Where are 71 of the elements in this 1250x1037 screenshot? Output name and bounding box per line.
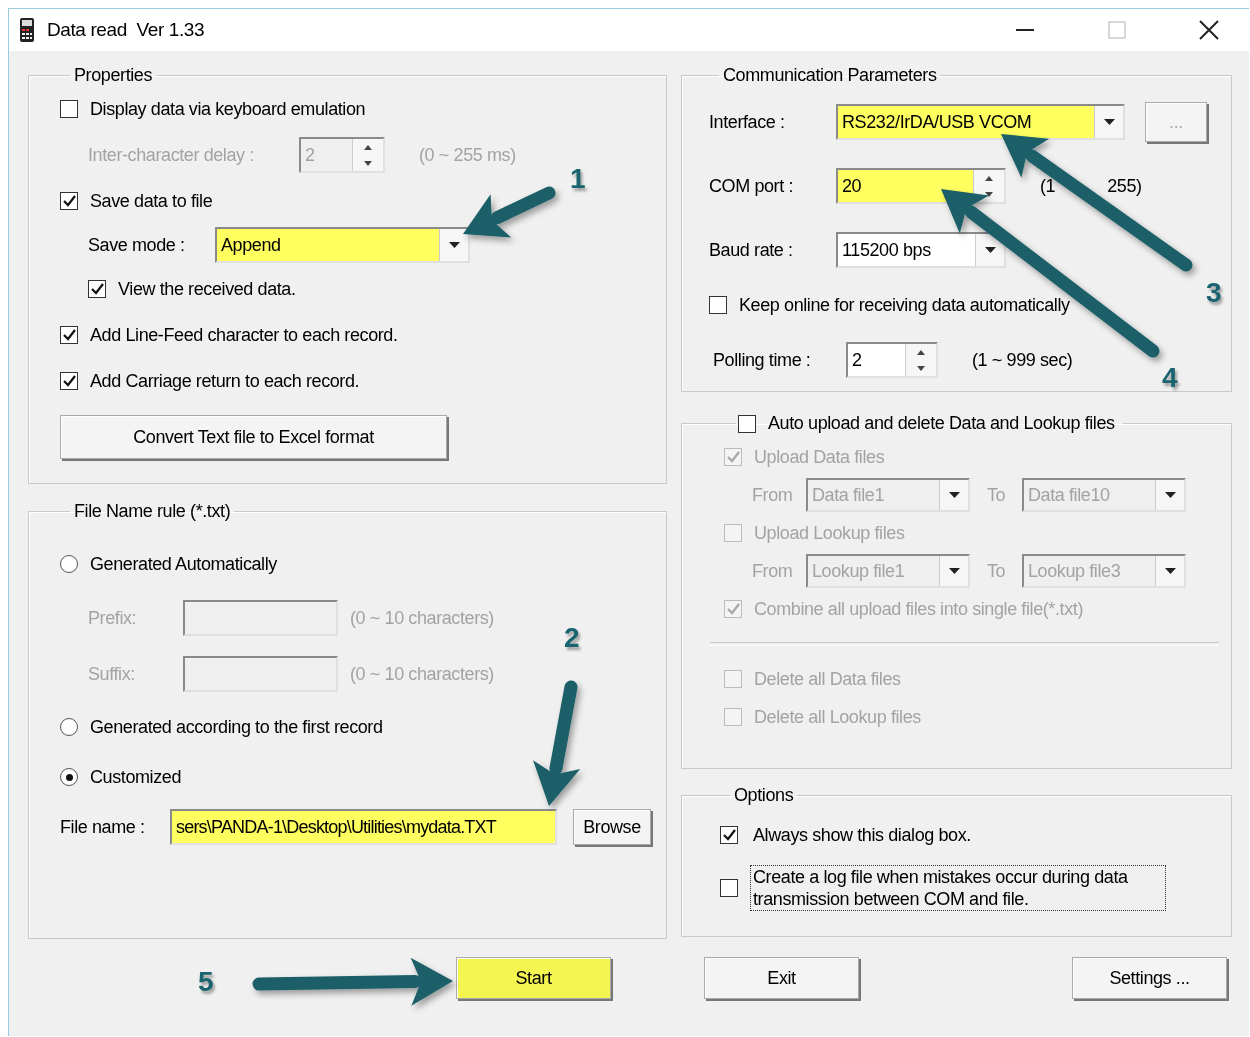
checkbox-label: Upload Data files <box>754 446 885 468</box>
file-name-field[interactable]: sers\PANDA-1\Desktop\Utilities\mydata.TXT <box>170 809 557 845</box>
field-label: COM port : <box>709 175 794 197</box>
field-label: Suffix: <box>88 663 136 685</box>
checkbox-label: Add Carriage return to each record. <box>90 370 360 392</box>
range-hint: (0 ~ 10 characters) <box>350 663 494 685</box>
checkbox-label: Always show this dialog box. <box>752 824 972 847</box>
dropdown[interactable]: Append <box>215 227 470 263</box>
field-label: File name : <box>60 816 146 838</box>
group-title: Communication Parameters <box>722 65 938 86</box>
group-title: Options <box>733 785 795 806</box>
checkbox-label: Delete all Data files <box>754 668 901 690</box>
checkbox-label: Add Line-Feed character to each record. <box>90 324 398 346</box>
checkbox-label: Upload Lookup files <box>754 522 905 544</box>
checkbox-label: Display data via keyboard emulation <box>90 98 366 120</box>
radio-label: Generated Automatically <box>90 553 277 575</box>
radio-button[interactable] <box>60 768 78 786</box>
checkbox-label: Delete all Lookup files <box>754 706 921 728</box>
checkbox[interactable] <box>60 192 78 210</box>
callout-number: 5 <box>198 966 214 998</box>
radio-button[interactable] <box>60 718 78 736</box>
checkbox[interactable] <box>720 879 738 897</box>
checkbox-label: View the received data. <box>118 278 296 300</box>
checkbox[interactable] <box>60 326 78 344</box>
spinner-icon[interactable] <box>905 344 936 376</box>
device-icon <box>19 17 35 43</box>
field-label: Inter-character delay : <box>88 144 255 166</box>
checkbox-label: Create a log file when mistakes occur during data transmission between COM and file. <box>750 865 1166 911</box>
checkbox-label: Save data to file <box>90 190 213 212</box>
checkbox[interactable] <box>709 296 727 314</box>
field-label: To <box>985 560 1007 582</box>
dropdown[interactable]: RS232/IrDA/USB VCOM <box>836 104 1125 140</box>
range-hint: (0 ~ 255 ms) <box>419 144 516 166</box>
radio-label: Generated according to the first record <box>90 716 383 738</box>
range-hint: (1 ~ 999 sec) <box>972 349 1073 371</box>
checkbox-label: Keep online for receiving data automatically <box>739 294 1070 316</box>
convert-button[interactable]: Convert Text file to Excel format <box>60 415 447 459</box>
field-label: Save mode : <box>88 234 186 256</box>
checkbox-label: Auto upload and delete Data and Lookup files <box>768 413 1115 434</box>
callout-number: 4 <box>1162 362 1178 394</box>
spinner-icon[interactable] <box>973 170 1004 202</box>
field-label: To <box>985 484 1007 506</box>
number-field[interactable]: 2 <box>846 342 938 378</box>
field-label: Interface : <box>709 111 786 133</box>
dialog-button[interactable]: Start <box>456 957 611 999</box>
group-title: File Name rule (*.txt) <box>73 501 232 522</box>
field-label: From <box>752 484 794 506</box>
checkbox[interactable] <box>720 826 738 844</box>
dialog-button[interactable]: Exit <box>704 957 859 999</box>
dropdown[interactable]: 115200 bps <box>836 232 1006 268</box>
radio-label: Customized <box>90 766 182 788</box>
radio-button[interactable] <box>60 555 78 573</box>
window-title: Data read Ver 1.33 <box>47 19 206 41</box>
callout-number: 2 <box>564 622 580 654</box>
group-title: Properties <box>73 65 154 86</box>
checkbox[interactable] <box>60 100 78 118</box>
range-hint: 255) <box>1107 175 1142 197</box>
number-field[interactable]: 20 <box>836 168 1006 204</box>
callout-number: 3 <box>1206 277 1222 309</box>
checkbox[interactable] <box>88 280 106 298</box>
checkbox[interactable] <box>60 372 78 390</box>
callout-number: 1 <box>570 163 586 195</box>
browse-button[interactable]: Browse <box>573 809 651 845</box>
field-label: From <box>752 560 794 582</box>
range-hint: (0 ~ 10 characters) <box>350 607 494 629</box>
field-label: Polling time : <box>713 349 812 371</box>
dialog-button[interactable]: Settings ... <box>1072 957 1227 999</box>
field-label: Baud rate : <box>709 239 794 261</box>
checkbox-label: Combine all upload files into single file(*.txt) <box>754 598 1083 620</box>
range-hint: (1 <box>1040 175 1056 197</box>
field-label: Prefix: <box>88 607 138 629</box>
